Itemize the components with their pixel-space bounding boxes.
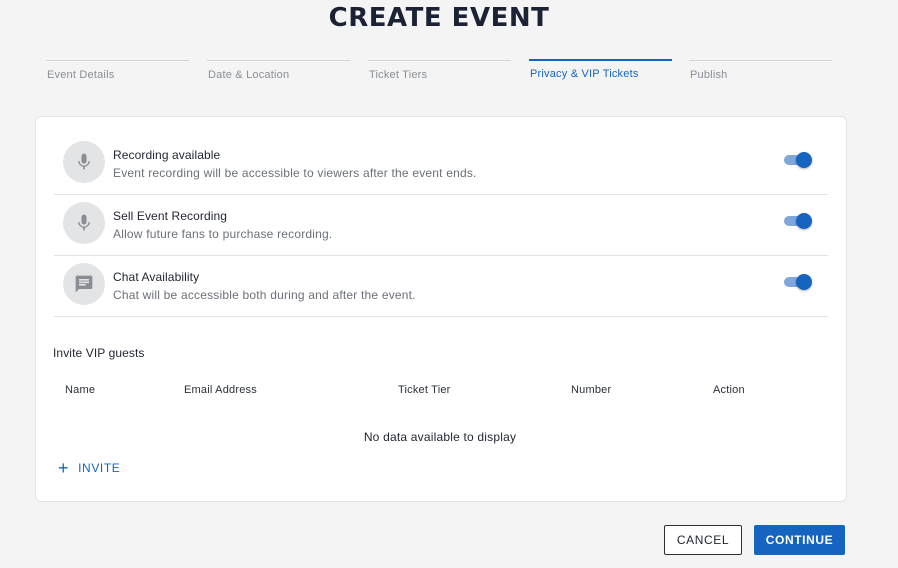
microphone-icon <box>63 141 105 183</box>
option-description: Allow future fans to purchase recording. <box>113 227 333 241</box>
step-label: Publish <box>690 69 728 81</box>
recording-available-toggle[interactable] <box>782 152 812 170</box>
cancel-button[interactable]: CANCEL <box>664 525 742 555</box>
toggle-knob <box>796 152 812 168</box>
column-header-action: Action <box>713 384 745 396</box>
toggle-knob <box>796 213 812 229</box>
sell-recording-toggle[interactable] <box>782 213 812 231</box>
option-recording-available: Recording available Event recording will… <box>54 134 828 195</box>
step-publish[interactable]: Publish <box>689 60 832 84</box>
step-date-location[interactable]: Date & Location <box>207 60 350 84</box>
option-title: Sell Event Recording <box>113 209 228 223</box>
page-title: CREATE EVENT <box>328 3 550 33</box>
continue-button[interactable]: CONTINUE <box>754 525 845 555</box>
option-chat-availability: Chat Availability Chat will be accessibl… <box>54 256 828 317</box>
option-description: Event recording will be accessible to vi… <box>113 166 477 180</box>
step-bar <box>46 60 189 61</box>
step-privacy-vip[interactable]: Privacy & VIP Tickets <box>529 59 672 84</box>
toggle-knob <box>796 274 812 290</box>
step-event-details[interactable]: Event Details <box>46 60 189 84</box>
step-ticket-tiers[interactable]: Ticket Tiers <box>368 60 511 84</box>
step-bar <box>368 60 511 61</box>
step-label: Date & Location <box>208 69 290 81</box>
option-sell-recording: Sell Event Recording Allow future fans t… <box>54 195 828 256</box>
stepper: Event Details Date & Location Ticket Tie… <box>46 59 836 90</box>
plus-icon: + <box>58 458 70 478</box>
step-label: Ticket Tiers <box>369 69 428 81</box>
microphone-icon <box>63 202 105 244</box>
chat-icon <box>63 263 105 305</box>
vip-section-title: Invite VIP guests <box>53 346 145 360</box>
column-header-name: Name <box>65 384 96 396</box>
invite-button[interactable]: + INVITE <box>58 459 120 477</box>
step-bar <box>689 60 832 61</box>
column-header-email: Email Address <box>184 384 257 396</box>
option-description: Chat will be accessible both during and … <box>113 288 416 302</box>
privacy-card: Recording available Event recording will… <box>35 116 847 502</box>
step-label: Privacy & VIP Tickets <box>530 68 639 80</box>
column-header-ticket-tier: Ticket Tier <box>398 384 451 396</box>
empty-table-message: No data available to display <box>363 430 517 444</box>
step-label: Event Details <box>47 69 115 81</box>
option-title: Chat Availability <box>113 270 200 284</box>
invite-label: INVITE <box>78 461 121 475</box>
option-title: Recording available <box>113 148 221 162</box>
step-bar <box>207 60 350 61</box>
column-header-number: Number <box>571 384 612 396</box>
chat-availability-toggle[interactable] <box>782 274 812 292</box>
step-bar <box>529 59 672 61</box>
